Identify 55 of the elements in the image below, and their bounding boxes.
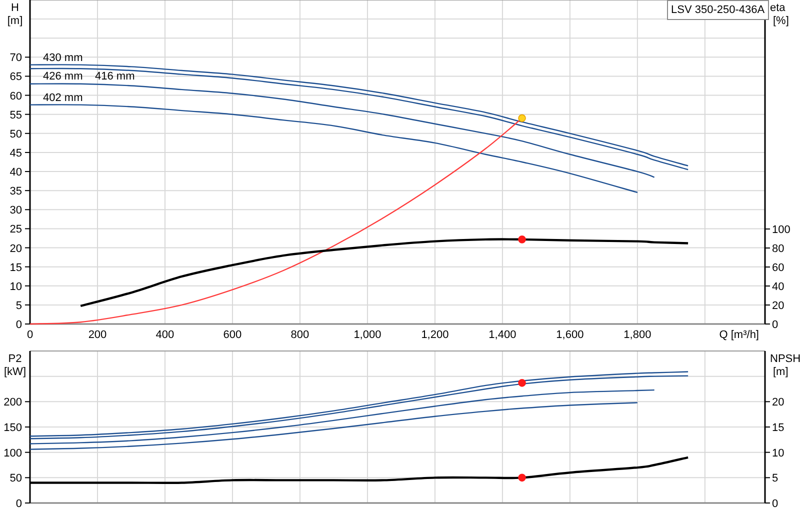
curve-label: 416 mm: [95, 70, 135, 83]
axis-tick-label: 20: [772, 396, 784, 409]
axis-unit: [kW]: [4, 366, 26, 378]
axis-tick-label: 30: [10, 204, 22, 217]
axis-tick-label: 65: [10, 71, 22, 84]
curve-label: 430 mm: [43, 52, 83, 64]
axis-tick-label: 0: [16, 498, 22, 510]
axis-tick-label: 600: [223, 329, 242, 341]
axis-tick-label: 5: [772, 472, 778, 485]
axis-title: Q [m³/h]: [719, 329, 759, 341]
axis-title: eta: [770, 2, 786, 14]
axis-tick-label: 200: [88, 329, 107, 341]
curve-label: 426 mm: [43, 70, 83, 83]
axis-tick-label: 55: [10, 109, 22, 122]
axis-tick-label: 1,400: [488, 329, 516, 341]
axis-tick-label: 800: [290, 329, 310, 341]
axis-tick-label: 150: [4, 422, 22, 434]
curve-label: 402 mm: [43, 92, 83, 104]
axis-tick-label: 40: [772, 281, 784, 293]
axis-tick-label: 1,000: [354, 329, 382, 341]
axis-tick-label: 0: [16, 319, 22, 331]
axis-tick-label: 1,200: [421, 329, 449, 341]
axis-tick-label: 15: [772, 422, 784, 434]
axis-tick-label: 80: [772, 243, 784, 255]
axis-tick-label: 50: [10, 128, 22, 140]
axis-tick-label: 400: [156, 329, 174, 341]
axis-tick-label: 20: [772, 300, 784, 312]
axis-unit: [m]: [7, 15, 23, 27]
axis-tick-label: 60: [772, 262, 784, 274]
axis-tick-label: 25: [10, 224, 22, 236]
axis-tick-label: 60: [10, 90, 22, 102]
axis-title: H: [11, 2, 19, 14]
axis-tick-label: 1,800: [624, 329, 652, 341]
axis-unit: [m]: [773, 366, 788, 378]
axis-tick-label: 0: [772, 498, 778, 510]
axis-tick-label: 40: [10, 166, 22, 179]
axis-tick-label: 5: [16, 300, 22, 312]
axis-unit: [%]: [773, 15, 789, 27]
axis-title: NPSH: [770, 353, 800, 365]
axis-tick-label: 50: [10, 472, 22, 485]
chart-legend: LSV 350-250-436A: [667, 0, 769, 20]
axis-tick-label: 0: [26, 329, 34, 341]
axis-tick-label: 45: [10, 147, 22, 160]
axis-tick-label: 35: [10, 186, 22, 198]
axis-title: P2: [8, 353, 22, 365]
axis-tick-label: 10: [772, 447, 784, 460]
axis-tick-label: 0: [772, 319, 778, 331]
axis-tick-label: 70: [10, 52, 22, 64]
axis-tick-label: 15: [10, 262, 22, 274]
axis-tick-label: 20: [10, 242, 22, 255]
axis-tick-label: 200: [4, 396, 22, 409]
axis-tick-label: 100: [772, 224, 790, 236]
axis-tick-label: 1,600: [556, 329, 584, 341]
axis-tick-label: 10: [10, 280, 22, 293]
axis-tick-label: 100: [4, 447, 22, 460]
